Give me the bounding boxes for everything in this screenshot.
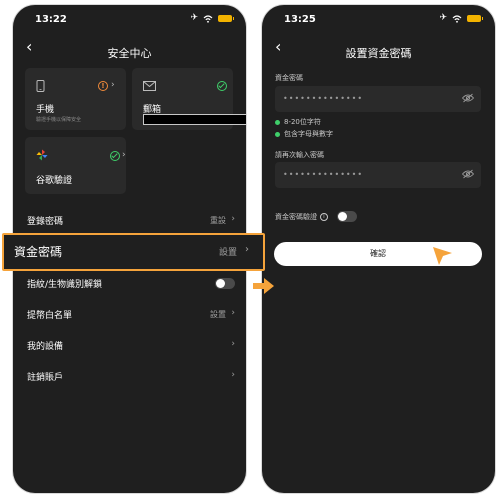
confirm-password-input[interactable]: •••••••••••••• (275, 162, 481, 188)
fund-password-input[interactable]: •••••••••••••• (275, 86, 481, 112)
pointer-cursor-icon (433, 247, 452, 265)
confirm-password-value: •••••••••••••• (283, 170, 364, 179)
verification-toggle[interactable] (337, 211, 357, 222)
card-title: 谷歌驗證 (36, 176, 73, 186)
check-dot-icon (275, 131, 280, 137)
chevron-right-icon: › (231, 370, 235, 380)
chevron-right-icon: › (111, 80, 115, 90)
fund-password-verification-row: 資金密碼驗證 i (275, 211, 357, 222)
warning-icon: ! (98, 81, 108, 91)
menu-label: 提幣白名單 (27, 311, 73, 321)
page-title: 設置資金密碼 (345, 47, 412, 60)
wifi-icon (203, 14, 213, 23)
chevron-right-icon: › (231, 339, 235, 349)
nav-bar: ‹ 設置資金密碼 (262, 35, 495, 65)
menu-fund-password-highlighted[interactable]: 資金密碼 設置 › (2, 233, 265, 271)
status-time: 13:22 (35, 14, 67, 25)
info-icon[interactable]: i (320, 212, 328, 221)
menu-my-devices[interactable]: 我的設備 › (13, 330, 246, 361)
verify-label: 資金密碼驗證 (275, 212, 317, 221)
mobile-phone-icon (36, 80, 45, 92)
rule-length: 8-20位字符 (275, 117, 321, 127)
status-time: 13:25 (284, 14, 316, 25)
google-authenticator-card[interactable]: › 谷歌驗證 (25, 137, 126, 194)
fund-password-value: •••••••••••••• (283, 94, 364, 103)
chevron-right-icon: › (122, 150, 126, 160)
menu-label: 指紋/生物識別解鎖 (27, 280, 103, 290)
menu-label: 資金密碼 (14, 245, 63, 259)
battery-icon (467, 15, 483, 22)
card-subtitle: 驗證手機以保障安全 (36, 117, 82, 123)
menu-label: 註銷賬戶 (27, 373, 64, 383)
menu-value: 設置 (210, 310, 226, 319)
eye-off-icon[interactable] (462, 93, 474, 103)
nav-bar: ‹ 安全中心 (13, 35, 246, 65)
chevron-right-icon: › (231, 308, 235, 318)
envelope-icon (143, 81, 156, 91)
status-bar: 13:22 ✈ (13, 5, 246, 31)
status-bar: 13:25 ✈ (262, 5, 495, 31)
biometric-toggle[interactable] (215, 278, 235, 289)
menu-delete-account[interactable]: 註銷賬戶 › (13, 361, 246, 392)
chevron-right-icon: › (231, 214, 235, 224)
menu-label: 登錄密碼 (27, 217, 64, 227)
airplane-icon: ✈ (439, 13, 447, 23)
menu-withdraw-whitelist[interactable]: 提幣白名單 設置 › (13, 299, 246, 330)
phone-verification-card[interactable]: ! › 手機 驗證手機以保障安全 (25, 68, 126, 130)
google-pinwheel-icon (36, 149, 48, 161)
menu-value: 設置 (218, 248, 237, 258)
wifi-icon (452, 14, 462, 23)
rule-chars: 包含字母與數字 (275, 129, 333, 139)
fund-password-label: 資金密碼 (275, 74, 303, 82)
redacted-email (143, 114, 246, 125)
airplane-icon: ✈ (190, 13, 198, 23)
page-title: 安全中心 (107, 47, 152, 60)
email-verification-card[interactable]: 郵箱 (132, 68, 246, 130)
verified-check-icon (217, 81, 227, 91)
menu-biometric-unlock: 指紋/生物識別解鎖 (13, 268, 246, 299)
chevron-right-icon: › (245, 244, 249, 255)
menu-label: 我的設備 (27, 342, 64, 352)
battery-icon (218, 15, 234, 22)
set-fund-password-screen: 13:25 ✈ ‹ 設置資金密碼 資金密碼 •••••••••••••• 8-2… (262, 5, 495, 493)
menu-login-password[interactable]: 登錄密碼 重設 › (13, 205, 246, 236)
confirm-password-label: 請再次輸入密碼 (275, 151, 324, 159)
eye-off-icon[interactable] (462, 169, 474, 179)
check-dot-icon (275, 119, 280, 125)
verified-check-icon (110, 151, 120, 161)
card-title: 手機 (36, 105, 55, 115)
arrow-right-icon (253, 278, 274, 294)
menu-value: 重設 (210, 216, 226, 225)
